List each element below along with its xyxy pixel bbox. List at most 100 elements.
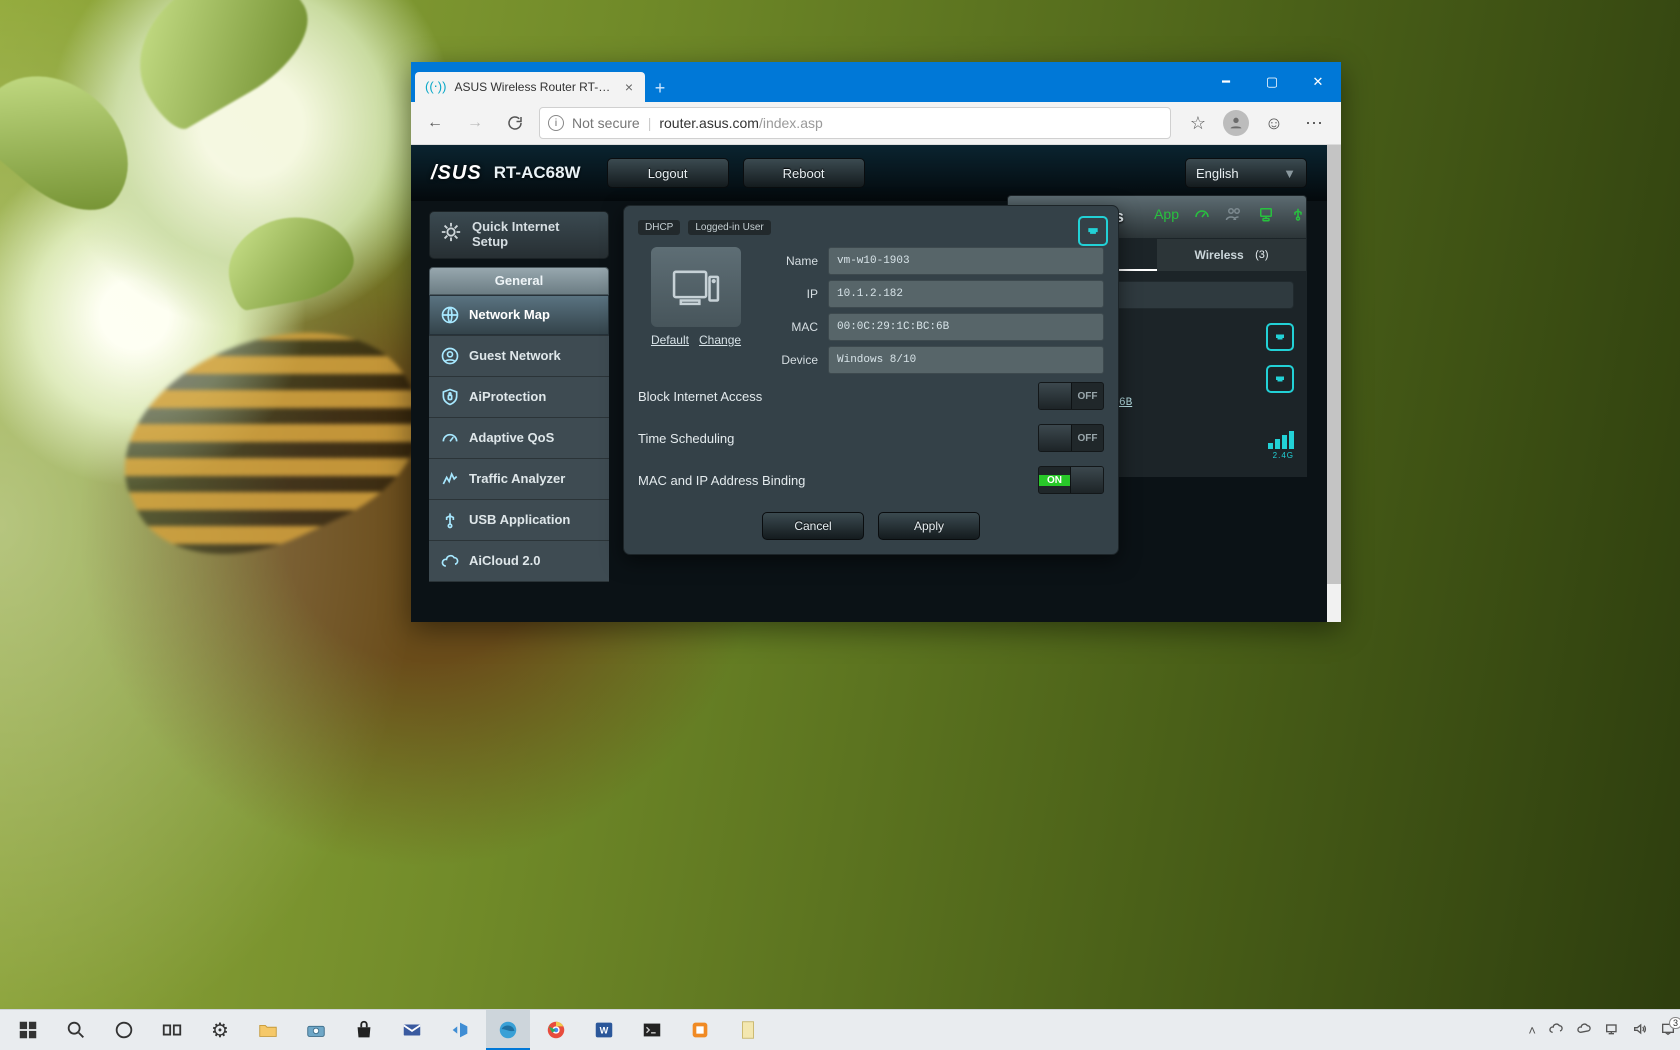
client-ip-input[interactable]: 10.1.2.182 bbox=[828, 280, 1104, 308]
window-maximize-button[interactable]: ▢ bbox=[1249, 62, 1295, 102]
router-model: RT-AC68W bbox=[494, 163, 581, 183]
sidebar-item-aiprotection[interactable]: AiProtection bbox=[429, 377, 609, 418]
clients-icon[interactable] bbox=[1225, 205, 1243, 223]
url-path: /index.asp bbox=[759, 115, 823, 131]
profile-avatar[interactable] bbox=[1223, 110, 1249, 136]
lan-port-icon bbox=[1266, 365, 1294, 393]
sidebar-item-network-map[interactable]: Network Map bbox=[429, 295, 609, 336]
sidebar-item-guest-network[interactable]: Guest Network bbox=[429, 336, 609, 377]
cancel-button[interactable]: Cancel bbox=[762, 512, 864, 540]
tab-close-button[interactable]: × bbox=[623, 80, 635, 94]
taskbar-app-settings[interactable]: ⚙ bbox=[198, 1010, 242, 1050]
tray-expand-icon[interactable]: ˄ bbox=[1528, 1023, 1536, 1038]
wifi-band-label: 2.4G bbox=[1273, 451, 1294, 460]
sidebar-item-aicloud[interactable]: AiCloud 2.0 bbox=[429, 541, 609, 582]
guest-network-icon bbox=[439, 345, 461, 367]
new-tab-button[interactable]: + bbox=[645, 74, 675, 102]
tray-notifications-button[interactable]: 3 bbox=[1660, 1021, 1676, 1040]
logout-button[interactable]: Logout bbox=[607, 158, 729, 188]
page-content: /SUS RT-AC68W Logout Reboot English ▼ Ap… bbox=[411, 145, 1341, 622]
analyzer-icon bbox=[439, 468, 461, 490]
feedback-button[interactable]: ☺ bbox=[1259, 108, 1289, 138]
taskbar-app-vm[interactable] bbox=[678, 1010, 722, 1050]
taskbar-app-store[interactable] bbox=[342, 1010, 386, 1050]
reboot-button[interactable]: Reboot bbox=[743, 158, 865, 188]
favorites-button[interactable]: ☆ bbox=[1183, 108, 1213, 138]
client-device-input[interactable]: Windows 8/10 bbox=[828, 346, 1104, 374]
asus-logo: /SUS bbox=[431, 162, 482, 185]
task-view-button[interactable] bbox=[150, 1010, 194, 1050]
window-close-button[interactable]: ✕ bbox=[1295, 62, 1341, 102]
edge-browser-window: ((⋅)) ASUS Wireless Router RT-AC68W × + … bbox=[411, 62, 1341, 622]
tray-onedrive2-icon[interactable] bbox=[1576, 1021, 1592, 1040]
taskbar-app-chrome[interactable] bbox=[534, 1010, 578, 1050]
svg-text:W: W bbox=[600, 1026, 609, 1036]
tray-volume-icon[interactable] bbox=[1632, 1021, 1648, 1040]
setup-wrench-icon bbox=[440, 221, 462, 248]
cortana-button[interactable] bbox=[102, 1010, 146, 1050]
windows-taskbar: ⚙ W ˄ 3 bbox=[0, 1010, 1680, 1050]
client-mac-input[interactable]: 00:0C:29:1C:BC:6B bbox=[828, 313, 1104, 341]
window-titlebar[interactable]: ((⋅)) ASUS Wireless Router RT-AC68W × + … bbox=[411, 62, 1341, 102]
label-mac-ip-binding: MAC and IP Address Binding bbox=[638, 473, 805, 488]
taskbar-app-vs[interactable] bbox=[438, 1010, 482, 1050]
browser-tab[interactable]: ((⋅)) ASUS Wireless Router RT-AC68W × bbox=[415, 72, 645, 102]
cloud-icon bbox=[439, 550, 461, 572]
taskbar-app-notes[interactable] bbox=[726, 1010, 770, 1050]
desktop: ((⋅)) ASUS Wireless Router RT-AC68W × + … bbox=[0, 0, 1680, 1050]
tab-title: ASUS Wireless Router RT-AC68W bbox=[454, 80, 614, 94]
sidebar-section-general: General bbox=[429, 267, 609, 295]
notification-count: 3 bbox=[1669, 1017, 1680, 1029]
quick-internet-setup-button[interactable]: Quick InternetSetup bbox=[429, 211, 609, 259]
usb1-icon[interactable] bbox=[1257, 205, 1275, 223]
dhcp-badge: DHCP bbox=[638, 220, 680, 235]
usb-icon bbox=[439, 509, 461, 531]
link-change[interactable]: Change bbox=[699, 333, 741, 347]
language-select[interactable]: English ▼ bbox=[1185, 158, 1307, 188]
device-type-thumb[interactable] bbox=[651, 247, 741, 327]
wifi-signal-icon bbox=[1268, 431, 1294, 449]
taskbar-app-mail[interactable] bbox=[390, 1010, 434, 1050]
wifi-favicon-icon: ((⋅)) bbox=[425, 79, 446, 95]
settings-menu-button[interactable]: ⋯ bbox=[1299, 108, 1329, 138]
address-bar[interactable]: i Not secure | router.asus.com/index.asp bbox=[539, 107, 1171, 139]
toggle-block-internet[interactable]: OFF bbox=[1038, 382, 1104, 410]
window-minimize-button[interactable]: ━ bbox=[1203, 62, 1249, 102]
taskbar-app-edge[interactable] bbox=[486, 1010, 530, 1050]
tab-wireless[interactable]: Wireless (3) bbox=[1157, 239, 1306, 271]
status-icon-strip: App bbox=[1154, 205, 1307, 223]
nav-refresh-button[interactable] bbox=[499, 107, 531, 139]
sidebar: Quick InternetSetup General Network Map bbox=[429, 211, 609, 582]
lan-port-icon bbox=[1078, 216, 1108, 246]
toggle-mac-ip-binding[interactable]: ON bbox=[1038, 466, 1104, 494]
link-default[interactable]: Default bbox=[651, 333, 689, 347]
nav-forward-button[interactable]: → bbox=[459, 107, 491, 139]
nav-back-button[interactable]: ← bbox=[419, 107, 451, 139]
taskbar-app-terminal[interactable] bbox=[630, 1010, 674, 1050]
chevron-down-icon: ▼ bbox=[1283, 166, 1296, 181]
site-info-icon[interactable]: i bbox=[548, 115, 564, 131]
scrollbar-thumb[interactable] bbox=[1327, 145, 1341, 584]
system-tray: ˄ 3 bbox=[1518, 1021, 1680, 1040]
client-edit-dialog: DHCP Logged-in User Default Change bbox=[623, 205, 1119, 555]
globe-icon bbox=[439, 304, 461, 326]
client-name-input[interactable]: vm-w10-1903 bbox=[828, 247, 1104, 275]
taskbar-app-word[interactable]: W bbox=[582, 1010, 626, 1050]
sidebar-item-traffic-analyzer[interactable]: Traffic Analyzer bbox=[429, 459, 609, 500]
sidebar-item-adaptive-qos[interactable]: Adaptive QoS bbox=[429, 418, 609, 459]
speed-gauge-icon[interactable] bbox=[1193, 205, 1211, 223]
app-label[interactable]: App bbox=[1154, 206, 1179, 222]
taskbar-app-explorer[interactable] bbox=[246, 1010, 290, 1050]
router-header: /SUS RT-AC68W Logout Reboot English ▼ bbox=[411, 145, 1327, 201]
apply-button[interactable]: Apply bbox=[878, 512, 980, 540]
search-button[interactable] bbox=[54, 1010, 98, 1050]
security-label: Not secure bbox=[572, 115, 640, 131]
usb2-icon[interactable] bbox=[1289, 205, 1307, 223]
toggle-time-scheduling[interactable]: OFF bbox=[1038, 424, 1104, 452]
start-button[interactable] bbox=[6, 1010, 50, 1050]
taskbar-app-camera[interactable] bbox=[294, 1010, 338, 1050]
sidebar-item-usb-application[interactable]: USB Application bbox=[429, 500, 609, 541]
logged-in-user-badge: Logged-in User bbox=[688, 220, 770, 235]
tray-network-icon[interactable] bbox=[1604, 1021, 1620, 1040]
tray-onedrive-icon[interactable] bbox=[1548, 1021, 1564, 1040]
